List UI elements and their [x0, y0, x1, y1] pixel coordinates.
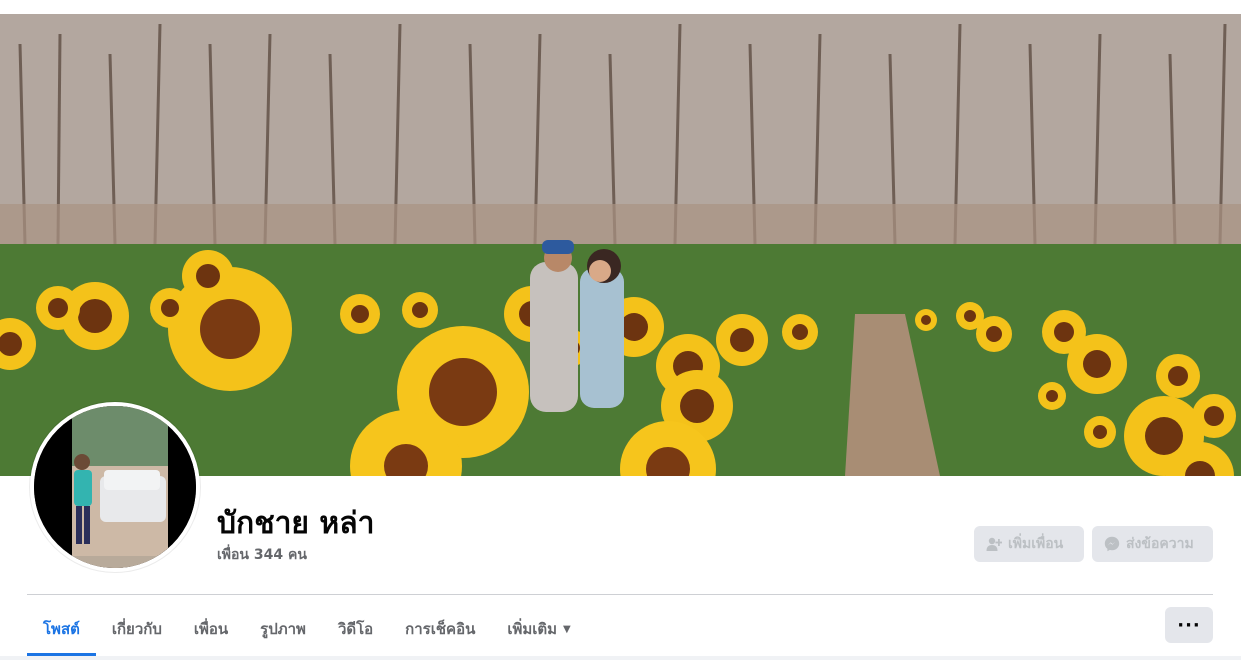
add-friend-label: เพิ่มเพื่อน — [1008, 536, 1064, 552]
more-options-button[interactable]: ··· — [1165, 607, 1213, 643]
profile-avatar[interactable] — [30, 402, 200, 572]
messenger-icon — [1104, 536, 1120, 552]
friends-count[interactable]: เพื่อน 344 คน — [217, 544, 307, 566]
top-strip — [0, 0, 1241, 14]
profile-name: บักชาย หล่า — [217, 506, 375, 541]
tab-photos[interactable]: รูปภาพ — [244, 606, 322, 652]
avatar-photo — [34, 406, 196, 568]
caret-down-icon: ▼ — [563, 623, 571, 635]
person-plus-icon — [986, 537, 1002, 551]
tab-friends-label: เพื่อน — [193, 620, 229, 638]
tab-checkins[interactable]: การเช็คอิน — [389, 606, 491, 652]
add-friend-button[interactable]: เพิ่มเพื่อน — [974, 526, 1084, 562]
profile-tabs: โพสต์ เกี่ยวกับ เพื่อน รูปภาพ วิดีโอ การ… — [27, 606, 587, 656]
tab-more-label: เพิ่มเติม — [507, 620, 558, 638]
tab-more[interactable]: เพิ่มเติม ▼ — [491, 606, 586, 652]
tab-about-label: เกี่ยวกับ — [111, 620, 162, 638]
message-label: ส่งข้อความ — [1126, 536, 1194, 552]
cover-photo[interactable] — [0, 14, 1241, 476]
tab-videos-label: วิดีโอ — [337, 620, 374, 638]
cover-image-art — [0, 14, 1241, 476]
ellipsis-icon: ··· — [1177, 614, 1201, 636]
message-button[interactable]: ส่งข้อความ — [1092, 526, 1213, 562]
bottom-shadow — [0, 656, 1241, 660]
tab-checkins-label: การเช็คอิน — [405, 620, 476, 638]
tab-friends[interactable]: เพื่อน — [178, 606, 244, 652]
tab-about[interactable]: เกี่ยวกับ — [96, 606, 178, 652]
tab-photos-label: รูปภาพ — [260, 620, 306, 638]
tab-posts-label: โพสต์ — [43, 620, 80, 638]
tab-posts[interactable]: โพสต์ — [27, 606, 96, 656]
tab-videos[interactable]: วิดีโอ — [322, 606, 389, 652]
profile-divider — [27, 594, 1213, 595]
